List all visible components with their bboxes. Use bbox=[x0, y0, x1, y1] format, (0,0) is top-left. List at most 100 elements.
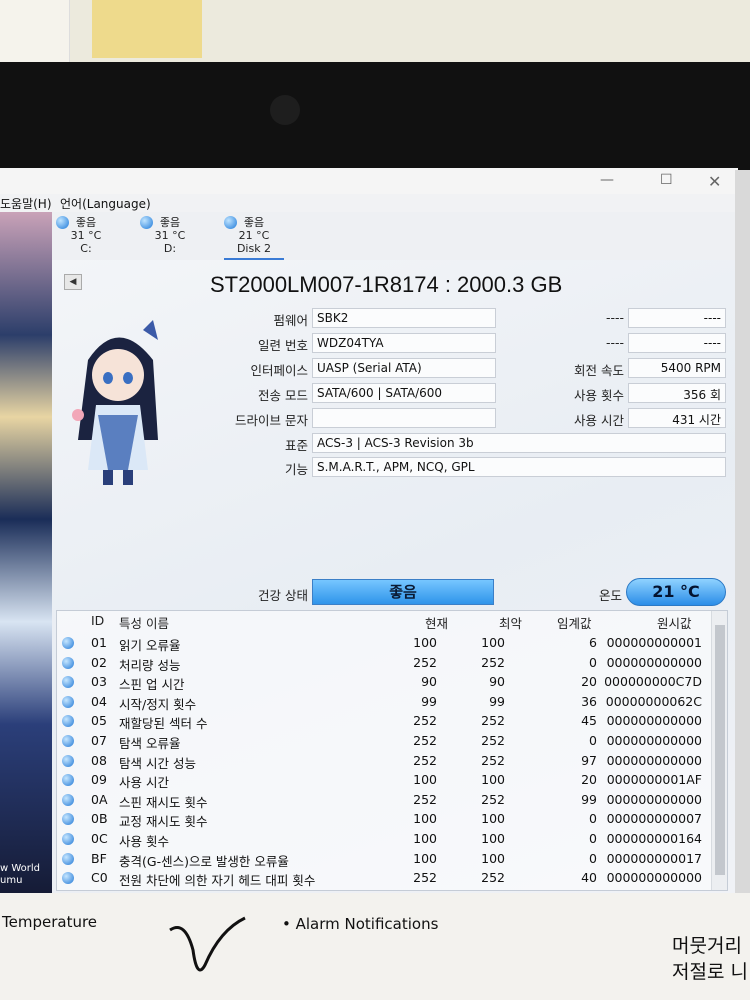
table-row[interactable]: C2 온도 64 64 0 003600100015 bbox=[57, 888, 712, 891]
cell-current: 100 bbox=[413, 811, 437, 827]
table-row[interactable]: 05 재할당된 섹터 수 252 252 45 000000000000 bbox=[57, 711, 712, 731]
health-status-button[interactable]: 좋음 bbox=[312, 579, 494, 605]
standard-value: ACS-3 | ACS-3 Revision 3b bbox=[312, 433, 726, 453]
cell-current: 100 bbox=[413, 772, 437, 788]
cell-current: 100 bbox=[413, 831, 437, 846]
cell-name: 스핀 재시도 횟수 bbox=[119, 794, 208, 810]
header-id[interactable]: ID bbox=[91, 613, 104, 628]
cell-worst: 99 bbox=[489, 693, 505, 709]
cell-raw: 000000000001 bbox=[606, 635, 702, 650]
cell-name: 탐색 오류율 bbox=[119, 736, 181, 751]
status-good-icon bbox=[62, 715, 74, 728]
table-row[interactable]: 0A 스핀 재시도 횟수 252 252 99 000000000000 bbox=[57, 790, 712, 810]
status-good-icon bbox=[62, 637, 74, 649]
cell-worst: 90 bbox=[489, 674, 505, 690]
cell-worst: 252 bbox=[481, 733, 505, 748]
crystaldiskinfo-window: — ☐ ✕ 도움말(H) 언어(Language) w World umu 좋음… bbox=[0, 168, 738, 895]
standard-label: 표준 bbox=[284, 438, 308, 453]
cell-id: 0A bbox=[91, 791, 108, 807]
cell-name: 재할당된 섹터 수 bbox=[119, 716, 208, 732]
drive-letter-value bbox=[312, 408, 496, 428]
table-row[interactable]: 09 사용 시간 100 100 20 0000000001AF bbox=[57, 770, 712, 790]
header-raw[interactable]: 원시값 bbox=[657, 613, 692, 632]
table-row[interactable]: 07 탐색 오류율 252 252 0 000000000000 bbox=[57, 731, 712, 751]
cell-name: 충격(G-센스)으로 발생한 오류율 bbox=[119, 853, 289, 869]
scrollbar-thumb[interactable] bbox=[715, 625, 725, 875]
alarm-note: • Alarm Notifications bbox=[282, 915, 439, 933]
cell-threshold: 40 bbox=[581, 870, 597, 886]
table-row[interactable]: 0B 교정 재시도 횟수 100 100 0 000000000007 bbox=[57, 809, 712, 829]
status-good-icon bbox=[62, 735, 74, 747]
previous-disk-button[interactable]: ◀ bbox=[64, 274, 82, 290]
korean-note: 머뭇거리 저절로 니 bbox=[672, 935, 748, 983]
rotation-speed-label: 회전 속도 bbox=[574, 363, 624, 378]
minimize-icon[interactable]: — bbox=[600, 172, 614, 188]
menu-help[interactable]: 도움말(H) bbox=[0, 195, 52, 212]
table-row[interactable]: 0C 사용 횟수 100 100 0 000000000164 bbox=[57, 829, 712, 849]
status-good-icon bbox=[62, 754, 74, 767]
power-count-label: 사용 횟수 bbox=[574, 388, 624, 403]
cell-current: 252 bbox=[413, 733, 437, 748]
interface-value: UASP (Serial ATA) bbox=[312, 358, 496, 378]
cell-raw: 000000000000 bbox=[606, 713, 702, 729]
cell-name: 탐색 시간 성능 bbox=[119, 755, 196, 771]
cell-threshold: 0 bbox=[589, 654, 597, 670]
cell-raw: 000000000000 bbox=[606, 870, 702, 886]
left-arrow-icon: ◀ bbox=[69, 277, 77, 287]
cell-raw: 0000000001AF bbox=[606, 772, 702, 788]
table-row[interactable]: 03 스핀 업 시간 90 90 20 000000000C7D bbox=[57, 672, 712, 692]
cell-threshold: 20 bbox=[581, 772, 597, 788]
menu-language[interactable]: 언어(Language) bbox=[60, 195, 151, 212]
header-threshold[interactable]: 임계값 bbox=[557, 613, 592, 632]
cell-threshold: 0 bbox=[589, 890, 597, 891]
header-name[interactable]: 특성 이름 bbox=[119, 613, 169, 632]
cell-current: 252 bbox=[413, 654, 437, 670]
temperature-button[interactable]: 21 °C bbox=[626, 578, 726, 606]
cell-threshold: 6 bbox=[589, 635, 597, 650]
table-row[interactable]: 04 시작/정지 횟수 99 99 36 00000000062C bbox=[57, 692, 712, 712]
table-row[interactable]: BF 충격(G-센스)으로 발생한 오류율 100 100 0 000000000017 bbox=[57, 849, 712, 869]
interface-label: 인터페이스 bbox=[250, 363, 308, 378]
cell-name: 읽기 오류율 bbox=[119, 638, 181, 653]
unused-value-2: ---- bbox=[628, 333, 726, 353]
cell-worst: 252 bbox=[481, 752, 505, 768]
cell-name: 사용 횟수 bbox=[119, 834, 169, 849]
disk-tab-d[interactable]: 좋음 31 °C D: bbox=[140, 212, 200, 260]
cell-worst: 252 bbox=[481, 713, 505, 729]
status-good-icon bbox=[62, 774, 74, 787]
cell-raw: 000000000007 bbox=[606, 811, 702, 827]
serial-label: 일련 번호 bbox=[258, 338, 308, 353]
cell-name: 교정 재시도 횟수 bbox=[119, 814, 208, 830]
cell-current: 252 bbox=[413, 791, 437, 807]
table-row[interactable]: 02 처리량 성능 252 252 0 000000000000 bbox=[57, 653, 712, 673]
table-scrollbar[interactable] bbox=[711, 611, 727, 890]
cell-current: 252 bbox=[413, 870, 437, 886]
close-icon[interactable]: ✕ bbox=[708, 172, 721, 191]
status-good-icon bbox=[62, 813, 74, 826]
temperature-note: Temperature bbox=[2, 913, 98, 931]
cell-current: 252 bbox=[413, 713, 437, 729]
drive-letter-label: 드라이브 문자 bbox=[235, 413, 308, 428]
table-row[interactable]: 08 탐색 시간 성능 252 252 97 000000000000 bbox=[57, 751, 712, 771]
cell-raw: 000000000000 bbox=[606, 752, 702, 768]
cell-worst: 252 bbox=[481, 654, 505, 670]
disk-tab-disk2[interactable]: 좋음 21 °C Disk 2 bbox=[224, 212, 284, 260]
firmware-value: SBK2 bbox=[312, 308, 496, 328]
health-label: 건강 상태 bbox=[258, 588, 308, 603]
cell-current: 99 bbox=[421, 693, 437, 709]
cell-current: 252 bbox=[413, 752, 437, 768]
disk-tab-c[interactable]: 좋음 31 °C C: bbox=[56, 212, 116, 260]
table-row[interactable]: C0 전원 차단에 의한 자기 헤드 대피 횟수 252 252 40 000000000… bbox=[57, 868, 712, 888]
maximize-icon[interactable]: ☐ bbox=[660, 172, 673, 188]
wall-paper-yellow bbox=[92, 0, 202, 58]
header-current[interactable]: 현재 bbox=[425, 613, 448, 632]
cell-threshold: 0 bbox=[589, 831, 597, 846]
cell-id: 0C bbox=[91, 831, 108, 846]
cell-threshold: 97 bbox=[581, 752, 597, 768]
art-caption: w World umu bbox=[0, 863, 41, 886]
smart-table: ID 특성 이름 현재 최악 임계값 원시값 01 읽기 오류율 100 100 6 00… bbox=[56, 610, 728, 891]
unused-label-1: ---- bbox=[605, 310, 624, 325]
table-row[interactable]: 01 읽기 오류율 100 100 6 000000000001 bbox=[57, 633, 712, 653]
header-worst[interactable]: 최악 bbox=[499, 613, 522, 632]
unused-label-2: ---- bbox=[605, 335, 624, 350]
